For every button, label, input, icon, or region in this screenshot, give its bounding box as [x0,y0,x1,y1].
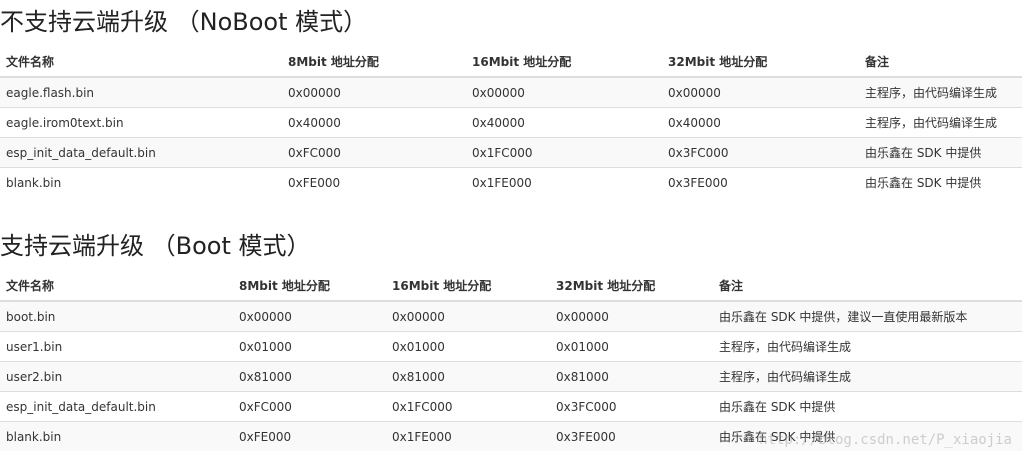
cell-32mbit: 0x00000 [662,77,859,108]
noboot-address-table: 文件名称 8Mbit 地址分配 16Mbit 地址分配 32Mbit 地址分配 … [0,46,1022,197]
cell-filename: blank.bin [0,167,282,197]
cell-16mbit: 0x1FE000 [386,421,550,451]
cell-filename: blank.bin [0,421,233,451]
column-header-16mbit: 16Mbit 地址分配 [386,270,550,302]
column-header-filename: 文件名称 [0,270,233,302]
cell-remark: 由乐鑫在 SDK 中提供，建议一直使用最新版本 [713,301,1022,332]
cell-filename: user2.bin [0,361,233,392]
cell-16mbit: 0x81000 [386,361,550,392]
cell-filename: esp_init_data_default.bin [0,391,233,422]
boot-section-title: 支持云端升级 （Boot 模式） [0,232,311,260]
table-row: esp_init_data_default.bin 0xFC000 0x1FC0… [0,137,1022,168]
cell-filename: esp_init_data_default.bin [0,137,282,168]
cell-8mbit: 0x00000 [282,77,466,108]
table-header-row: 文件名称 8Mbit 地址分配 16Mbit 地址分配 32Mbit 地址分配 … [0,270,1022,302]
cell-filename: boot.bin [0,301,233,332]
noboot-section-title: 不支持云端升级 （NoBoot 模式） [0,8,368,36]
table-header-row: 文件名称 8Mbit 地址分配 16Mbit 地址分配 32Mbit 地址分配 … [0,46,1022,78]
cell-remark: 主程序，由代码编译生成 [859,107,1022,138]
cell-32mbit: 0x81000 [550,361,713,392]
cell-16mbit: 0x01000 [386,331,550,362]
table-row: eagle.irom0text.bin 0x40000 0x40000 0x40… [0,107,1022,138]
table-row: user2.bin 0x81000 0x81000 0x81000 主程序，由代… [0,361,1022,392]
cell-32mbit: 0x00000 [550,301,713,332]
cell-8mbit: 0x81000 [233,361,386,392]
column-header-8mbit: 8Mbit 地址分配 [233,270,386,302]
cell-filename: eagle.flash.bin [0,77,282,108]
column-header-remark: 备注 [859,46,1022,78]
column-header-32mbit: 32Mbit 地址分配 [550,270,713,302]
cell-8mbit: 0xFE000 [233,421,386,451]
cell-32mbit: 0x3FE000 [662,167,859,197]
cell-remark: 主程序，由代码编译生成 [859,77,1022,108]
column-header-filename: 文件名称 [0,46,282,78]
cell-filename: user1.bin [0,331,233,362]
cell-8mbit: 0xFC000 [282,137,466,168]
cell-8mbit: 0xFE000 [282,167,466,197]
cell-32mbit: 0x01000 [550,331,713,362]
column-header-remark: 备注 [713,270,1022,302]
cell-32mbit: 0x3FC000 [550,391,713,422]
cell-remark: 主程序，由代码编译生成 [713,361,1022,392]
cell-32mbit: 0x40000 [662,107,859,138]
cell-16mbit: 0x1FC000 [386,391,550,422]
column-header-8mbit: 8Mbit 地址分配 [282,46,466,78]
cell-32mbit: 0x3FE000 [550,421,713,451]
cell-16mbit: 0x1FE000 [466,167,662,197]
column-header-16mbit: 16Mbit 地址分配 [466,46,662,78]
table-row: boot.bin 0x00000 0x00000 0x00000 由乐鑫在 SD… [0,301,1022,332]
table-row: esp_init_data_default.bin 0xFC000 0x1FC0… [0,391,1022,422]
table-row: user1.bin 0x01000 0x01000 0x01000 主程序，由代… [0,331,1022,362]
cell-remark: 由乐鑫在 SDK 中提供 [859,137,1022,168]
cell-8mbit: 0x40000 [282,107,466,138]
column-header-32mbit: 32Mbit 地址分配 [662,46,859,78]
cell-16mbit: 0x40000 [466,107,662,138]
cell-remark: 由乐鑫在 SDK 中提供 [713,391,1022,422]
cell-8mbit: 0xFC000 [233,391,386,422]
cell-remark: 由乐鑫在 SDK 中提供 [713,421,1022,451]
table-row: blank.bin 0xFE000 0x1FE000 0x3FE000 由乐鑫在… [0,167,1022,197]
table-row: blank.bin 0xFE000 0x1FE000 0x3FE000 由乐鑫在… [0,421,1022,451]
cell-8mbit: 0x01000 [233,331,386,362]
cell-8mbit: 0x00000 [233,301,386,332]
table-row: eagle.flash.bin 0x00000 0x00000 0x00000 … [0,77,1022,108]
cell-filename: eagle.irom0text.bin [0,107,282,138]
cell-16mbit: 0x1FC000 [466,137,662,168]
cell-remark: 由乐鑫在 SDK 中提供 [859,167,1022,197]
cell-remark: 主程序，由代码编译生成 [713,331,1022,362]
cell-32mbit: 0x3FC000 [662,137,859,168]
boot-address-table: 文件名称 8Mbit 地址分配 16Mbit 地址分配 32Mbit 地址分配 … [0,270,1022,451]
cell-16mbit: 0x00000 [386,301,550,332]
cell-16mbit: 0x00000 [466,77,662,108]
